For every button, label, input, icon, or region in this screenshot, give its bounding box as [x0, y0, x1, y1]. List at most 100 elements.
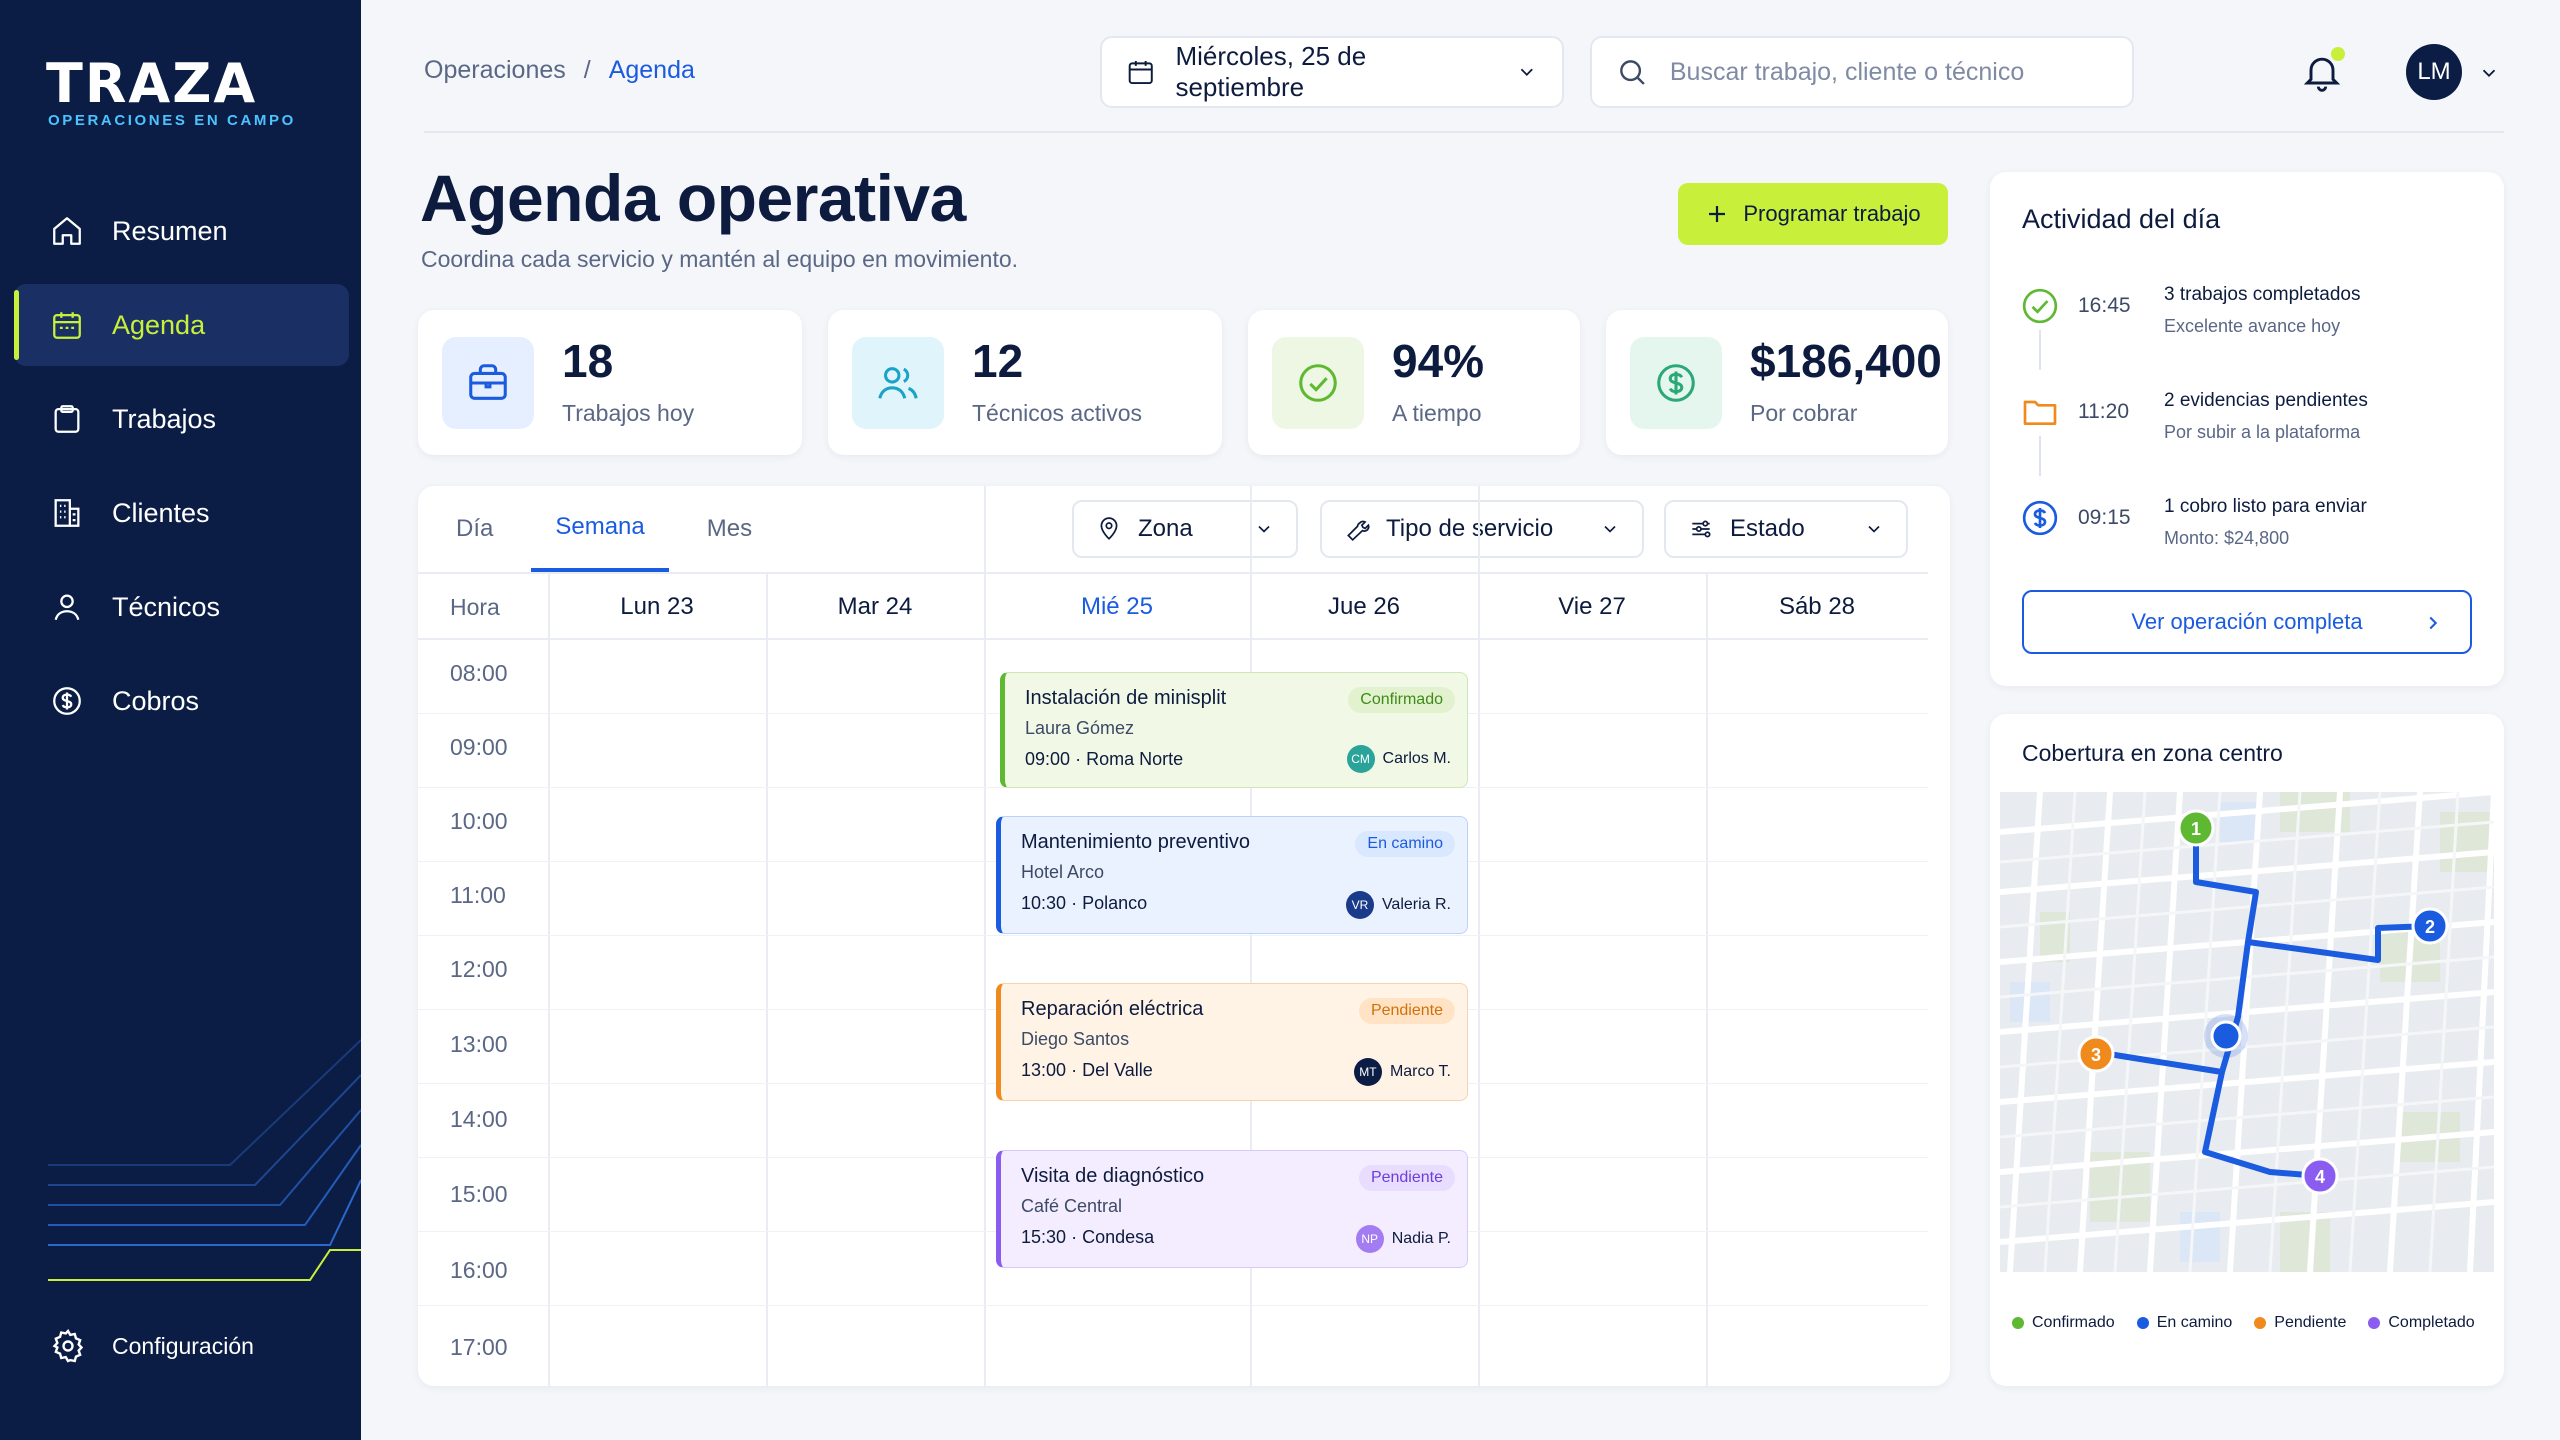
technician-name: Nadia P.: [1391, 1230, 1451, 1247]
briefcase-icon: [442, 336, 534, 429]
check-circle-icon: [1272, 336, 1364, 429]
sidebar-item-tecnicos[interactable]: Técnicos: [14, 566, 349, 648]
sidebar-item-label: Clientes: [112, 497, 210, 528]
avatar: MT: [1353, 1058, 1382, 1086]
sidebar-item-trabajos[interactable]: Trabajos: [14, 378, 349, 460]
chevron-down-icon: [1604, 525, 1616, 533]
hour-label: 11:00: [450, 882, 506, 908]
view-tabs: Día Semana Mes: [418, 486, 776, 572]
kpi-label: A tiempo: [1392, 400, 1482, 426]
sidebar-item-clientes[interactable]: Clientes: [14, 472, 349, 554]
hour-label: 12:00: [450, 956, 508, 982]
event-technician: MT Marco T.: [1353, 1058, 1451, 1086]
hour-label: 17:00: [450, 1334, 508, 1360]
schedule-job-button[interactable]: Programar trabajo: [1678, 183, 1948, 245]
sliders-icon: [1692, 520, 1711, 538]
calendar-grid: 08:00 09:00 10:00 11:00 12:00 13:00 14:0…: [418, 486, 1928, 1386]
current-location-marker: [2210, 1020, 2242, 1052]
kpi-value: $186,400: [1750, 335, 1942, 387]
tab-dia[interactable]: Día: [432, 486, 517, 572]
day-header[interactable]: Jue 26: [1250, 574, 1478, 640]
tab-semana[interactable]: Semana: [531, 486, 669, 572]
gear-icon: [52, 1328, 84, 1363]
hour-label: 09:00: [450, 734, 508, 760]
hour-label: 15:00: [450, 1181, 508, 1207]
map-marker-2: 2: [2411, 907, 2449, 945]
map-legend: Confirmado En camino Pendiente Completad…: [2012, 1314, 2475, 1332]
avatar[interactable]: LM: [2406, 44, 2462, 100]
grid-column-line: [548, 572, 550, 1386]
tab-mes[interactable]: Mes: [683, 486, 776, 572]
breadcrumb-item-operaciones[interactable]: Operaciones: [424, 56, 566, 85]
grid-row-line: [418, 935, 1928, 936]
event-client: Café Central: [1021, 1196, 1123, 1216]
search-box: [1590, 36, 2134, 108]
sidebar-item-cobros[interactable]: Cobros: [14, 660, 349, 742]
status-badge: Confirmado: [1348, 687, 1455, 713]
activity-text: 2 evidencias pendientes: [2164, 390, 2368, 411]
calendar-header: Hora Lun 23 Mar 24 Mié 25 Jue 26 Vie 27 …: [418, 572, 1928, 640]
technician-name: Valeria R.: [1381, 896, 1451, 913]
filter-tipo-servicio[interactable]: Tipo de servicio: [1320, 500, 1644, 558]
breadcrumb-item-agenda: Agenda: [608, 56, 695, 84]
date-picker[interactable]: Miércoles, 25 de septiembre: [1100, 36, 1564, 108]
dollar-circle-icon: [1630, 336, 1722, 429]
kpi-card-on-time: 94% A tiempo: [1248, 310, 1580, 455]
user-icon: [54, 594, 80, 621]
technician-name: Carlos M.: [1382, 750, 1451, 767]
chevron-down-icon: [1258, 525, 1270, 533]
technician-name: Marco T.: [1389, 1063, 1451, 1080]
clipboard-icon: [54, 405, 80, 433]
activity-item: 09:15 1 cobro listo para enviar Monto: $…: [2020, 496, 2480, 576]
notification-dot: [2328, 44, 2348, 64]
svg-text:3: 3: [2091, 1045, 2101, 1065]
users-icon: [852, 336, 944, 429]
day-header[interactable]: Vie 27: [1478, 574, 1706, 640]
folder-icon: [2023, 400, 2057, 425]
location-pin-icon: [1100, 517, 1118, 540]
hour-column-header: Hora: [450, 593, 500, 620]
dollar-circle-icon: [53, 687, 81, 715]
hour-label: 10:00: [450, 808, 508, 834]
grid-column-line: [766, 572, 768, 1386]
view-full-operation-button[interactable]: Ver operación completa: [2022, 590, 2472, 654]
timeline-connector: [2039, 330, 2041, 370]
calendar-icon: [53, 312, 81, 339]
activity-text: 1 cobro listo para enviar: [2164, 496, 2367, 517]
settings-button[interactable]: Configuración: [50, 1328, 254, 1364]
sidebar-item-resumen[interactable]: Resumen: [14, 190, 349, 272]
sidebar: TRAZA OPERACIONES EN CAMPO Resumen Agend…: [0, 0, 361, 1440]
day-header[interactable]: Mar 24: [766, 574, 984, 640]
brand-tagline: OPERACIONES EN CAMPO: [48, 112, 296, 129]
kpi-value: 94%: [1392, 335, 1485, 387]
map-marker-3: 3: [2077, 1035, 2115, 1073]
activity-title: Actividad del día: [2022, 204, 2221, 234]
breadcrumb-separator: /: [583, 56, 591, 84]
day-header[interactable]: Sáb 28: [1706, 574, 1928, 640]
sidebar-item-agenda[interactable]: Agenda: [14, 284, 349, 366]
chevron-down-icon[interactable]: [2478, 62, 2500, 84]
wrench-icon: [1347, 520, 1370, 542]
search-input[interactable]: [1669, 57, 2108, 87]
kpi-card-jobs: 18 Trabajos hoy: [418, 310, 802, 455]
filter-label: Estado: [1730, 515, 1805, 542]
legend-item: Pendiente: [2254, 1314, 2346, 1332]
filter-estado[interactable]: Estado: [1664, 500, 1908, 558]
filter-label: Zona: [1138, 515, 1193, 542]
event-card[interactable]: Reparación eléctrica Diego Santos 13:00 …: [996, 983, 1468, 1101]
date-picker-value: Miércoles, 25 de septiembre: [1175, 41, 1367, 102]
kpi-label: Por cobrar: [1750, 400, 1858, 426]
activity-item: 11:20 2 evidencias pendientes Por subir …: [2020, 390, 2480, 470]
event-card[interactable]: Mantenimiento preventivo Hotel Arco 10:3…: [996, 816, 1468, 934]
sidebar-item-label: Cobros: [112, 685, 200, 716]
filter-zona[interactable]: Zona: [1072, 500, 1298, 558]
header-divider: [424, 131, 2504, 133]
day-header[interactable]: Lun 23: [548, 574, 766, 640]
day-header-today[interactable]: Mié 25: [984, 574, 1250, 640]
event-card[interactable]: Instalación de minisplit Laura Gómez 09:…: [1000, 672, 1468, 788]
hour-label: 13:00: [450, 1031, 508, 1057]
coverage-map[interactable]: 1 2 3 4: [2000, 792, 2494, 1272]
timeline-connector: [2039, 436, 2041, 476]
hour-label: 14:00: [450, 1106, 508, 1132]
event-card[interactable]: Visita de diagnóstico Café Central 15:30…: [996, 1150, 1468, 1268]
